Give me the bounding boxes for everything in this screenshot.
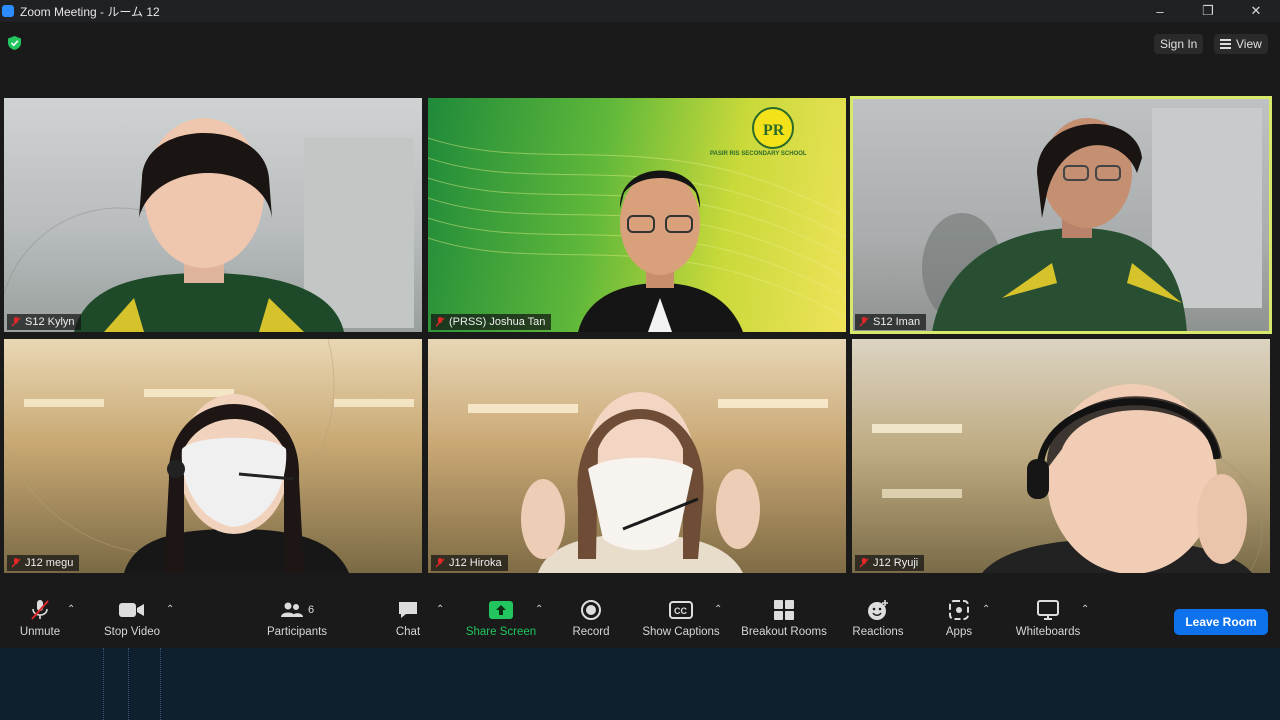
video-tile-joshua[interactable]: PR PASIR RIS SECONDARY SCHOOL (PRSS) Jos… [428,98,846,332]
closed-captions-icon: CC [669,601,693,619]
decorative-dotted-line [128,648,129,720]
participant-name: J12 Ryuji [873,557,919,569]
breakout-rooms-button[interactable]: Breakout Rooms [738,598,830,638]
reactions-button[interactable]: Reactions [850,598,906,638]
apps-label: Apps [945,626,973,638]
unmute-button[interactable]: Unmute [15,598,65,638]
video-camera-icon [119,603,144,617]
whiteboards-button[interactable]: Whiteboards [1010,598,1086,638]
participant-nameplate: S12 Kylyn [7,314,81,330]
apps-icon [949,600,969,620]
participants-count: 6 [307,604,315,616]
unmute-label: Unmute [19,626,61,638]
video-tile-kylyn[interactable]: S12 Kylyn [4,98,422,332]
view-grid-icon [1220,39,1231,49]
meeting-toolbar: Unmute ⌃ Stop Video ⌃ 6 Participants Cha… [0,590,1280,648]
stop-video-button[interactable]: Stop Video [100,598,164,638]
participant-nameplate: J12 megu [7,555,80,571]
minimize-button[interactable]: – [1136,0,1184,22]
breakout-rooms-icon [774,600,794,620]
participants-label: Participants [266,626,328,638]
share-screen-button[interactable]: Share Screen [465,598,537,638]
breakout-rooms-label: Breakout Rooms [741,626,827,638]
sign-in-button[interactable]: Sign In [1154,34,1204,54]
view-label: View [1236,37,1262,51]
participant-video [4,118,414,332]
participant-name: J12 megu [25,557,74,569]
record-icon [581,600,601,620]
window-controls: – ❐ ✕ [1136,0,1280,22]
participants-icon [280,602,303,617]
window-title: Zoom Meeting - ルーム 12 [20,4,160,19]
video-tile-ryuji[interactable]: J12 Ryuji [852,339,1270,573]
mic-muted-icon [31,600,49,620]
record-button[interactable]: Record [571,598,611,638]
share-options-caret[interactable]: ⌃ [535,604,543,615]
mic-muted-icon [859,317,869,327]
captions-options-caret[interactable]: ⌃ [714,604,722,615]
participant-name: S12 Kylyn [25,316,75,328]
meeting-topbar: Sign In View [0,22,1280,72]
whiteboard-icon [1037,600,1059,620]
participant-video [4,339,414,573]
whiteboards-options-caret[interactable]: ⌃ [1081,604,1089,615]
video-tile-iman[interactable]: S12 Iman [850,96,1272,334]
participant-video [468,392,828,573]
decorative-dotted-line [160,648,161,720]
chat-options-caret[interactable]: ⌃ [436,604,444,615]
view-button[interactable]: View [1214,34,1268,54]
participant-video [922,108,1262,332]
mic-muted-icon [859,558,869,568]
participant-video [872,384,1263,573]
leave-room-button[interactable]: Leave Room [1174,609,1268,635]
close-button[interactable]: ✕ [1232,0,1280,22]
chat-icon [399,602,417,618]
restore-button[interactable]: ❐ [1184,0,1232,22]
whiteboards-label: Whiteboards [1015,626,1081,638]
mic-muted-icon [11,317,21,327]
apps-options-caret[interactable]: ⌃ [982,604,990,615]
video-options-caret[interactable]: ⌃ [166,604,174,615]
participants-button[interactable]: 6 Participants [262,598,332,638]
shield-check-icon[interactable] [8,36,21,50]
school-banner-text: PASIR RIS SECONDARY SCHOOL [710,151,807,157]
reactions-label: Reactions [852,626,904,638]
participant-name: (PRSS) Joshua Tan [449,316,546,328]
svg-text:PR: PR [763,122,785,139]
video-tile-megu[interactable]: J12 megu [4,339,422,573]
mic-muted-icon [435,317,445,327]
taskbar-area [0,648,1280,720]
participant-nameplate: J12 Ryuji [855,555,925,571]
sign-in-label: Sign In [1160,37,1198,51]
svg-text:CC: CC [674,606,687,616]
chat-label: Chat [395,626,421,638]
participant-nameplate: J12 Hiroka [431,555,508,571]
share-screen-icon [489,601,513,619]
participant-video: PR [428,107,846,332]
show-captions-button[interactable]: CC Show Captions [639,598,723,638]
mic-muted-icon [435,558,445,568]
participant-name: S12 Iman [873,316,921,328]
stop-video-label: Stop Video [103,626,161,638]
record-label: Record [572,626,610,638]
show-captions-label: Show Captions [642,626,720,638]
apps-button[interactable]: Apps [942,598,976,638]
video-tile-hiroka[interactable]: J12 Hiroka [428,339,846,573]
participant-nameplate: S12 Iman [855,314,927,330]
window-titlebar: Zoom Meeting - ルーム 12 – ❐ ✕ [0,0,1280,22]
chat-button[interactable]: Chat [393,598,423,638]
participant-name: J12 Hiroka [449,557,502,569]
share-screen-label: Share Screen [465,626,537,638]
unmute-options-caret[interactable]: ⌃ [67,604,75,615]
decorative-dotted-line [103,648,104,720]
reactions-smiley-icon [868,600,888,620]
participant-nameplate: (PRSS) Joshua Tan [431,314,552,330]
mic-muted-icon [11,558,21,568]
zoom-app-icon [2,5,14,17]
